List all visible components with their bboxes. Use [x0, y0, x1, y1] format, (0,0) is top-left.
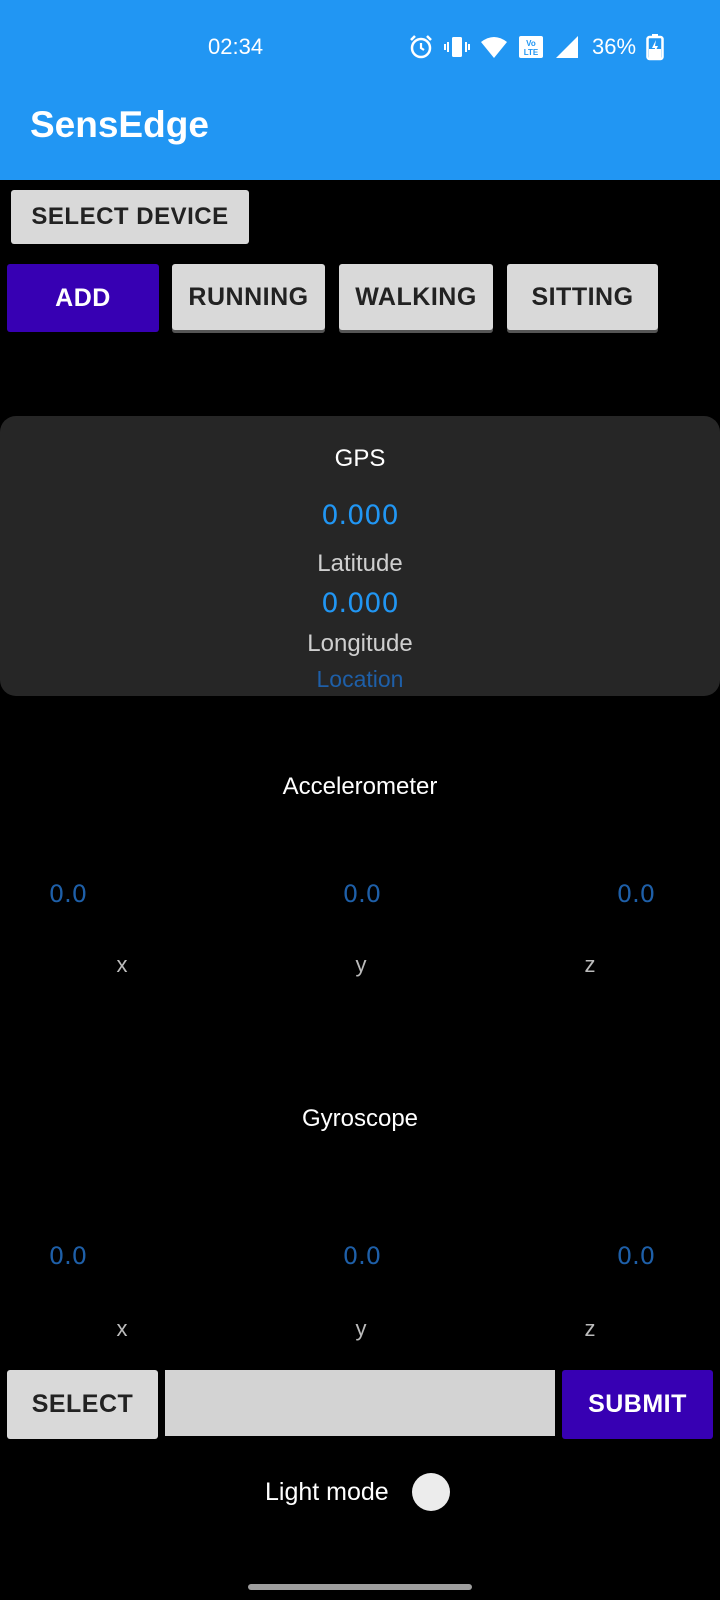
longitude-value: 0.000	[321, 588, 399, 619]
sitting-button[interactable]: SITTING	[507, 264, 658, 330]
accelerometer-x-value: 0.0	[48, 880, 88, 908]
vibrate-icon	[444, 34, 470, 60]
app-title: SensEdge	[30, 104, 209, 145]
accelerometer-y-label: y	[355, 952, 367, 977]
svg-text:Vo: Vo	[526, 39, 536, 48]
running-button[interactable]: RUNNING	[172, 264, 325, 330]
select-button[interactable]: SELECT	[7, 1370, 158, 1439]
latitude-value: 0.000	[321, 500, 399, 531]
gesture-nav-handle[interactable]	[248, 1584, 472, 1590]
accelerometer-y-value: 0.0	[342, 880, 382, 908]
app-bar: 02:34 Vo LTE 36% SensEdge	[0, 0, 720, 180]
gyroscope-z-label: z	[584, 1316, 596, 1341]
battery-percent: 36%	[592, 34, 637, 59]
accelerometer-x-label: x	[116, 952, 128, 977]
status-icons: Vo LTE 36%	[408, 30, 664, 64]
signal-icon	[554, 34, 580, 60]
svg-text:LTE: LTE	[524, 48, 539, 57]
gyroscope-x-value: 0.0	[48, 1242, 88, 1270]
gyroscope-title: Gyroscope	[301, 1105, 419, 1132]
location-link[interactable]: Location	[0, 666, 720, 693]
accelerometer-title: Accelerometer	[282, 773, 438, 800]
label-input[interactable]	[165, 1370, 555, 1436]
gps-title: GPS	[334, 445, 386, 472]
gyroscope-z-value: 0.0	[616, 1242, 656, 1270]
light-mode-label: Light mode	[265, 1478, 389, 1506]
status-time: 02:34	[208, 34, 264, 59]
accelerometer-z-label: z	[584, 952, 596, 977]
select-device-button[interactable]: SELECT DEVICE	[11, 190, 249, 244]
longitude-label: Longitude	[307, 630, 413, 657]
gyroscope-y-value: 0.0	[342, 1242, 382, 1270]
gyroscope-y-label: y	[355, 1316, 367, 1341]
app-screen: 02:34 Vo LTE 36% SensEdge SELECT DEVICE …	[0, 0, 720, 1600]
submit-button[interactable]: SUBMIT	[562, 1370, 713, 1439]
battery-charging-icon	[646, 33, 664, 61]
latitude-label: Latitude	[317, 550, 403, 577]
add-button[interactable]: ADD	[7, 264, 159, 332]
wifi-icon	[480, 34, 508, 60]
volte-icon: Vo LTE	[518, 34, 544, 60]
alarm-icon	[408, 34, 434, 60]
light-mode-toggle[interactable]	[412, 1473, 450, 1511]
walking-button[interactable]: WALKING	[339, 264, 493, 330]
gyroscope-x-label: x	[116, 1316, 128, 1341]
accelerometer-z-value: 0.0	[616, 880, 656, 908]
